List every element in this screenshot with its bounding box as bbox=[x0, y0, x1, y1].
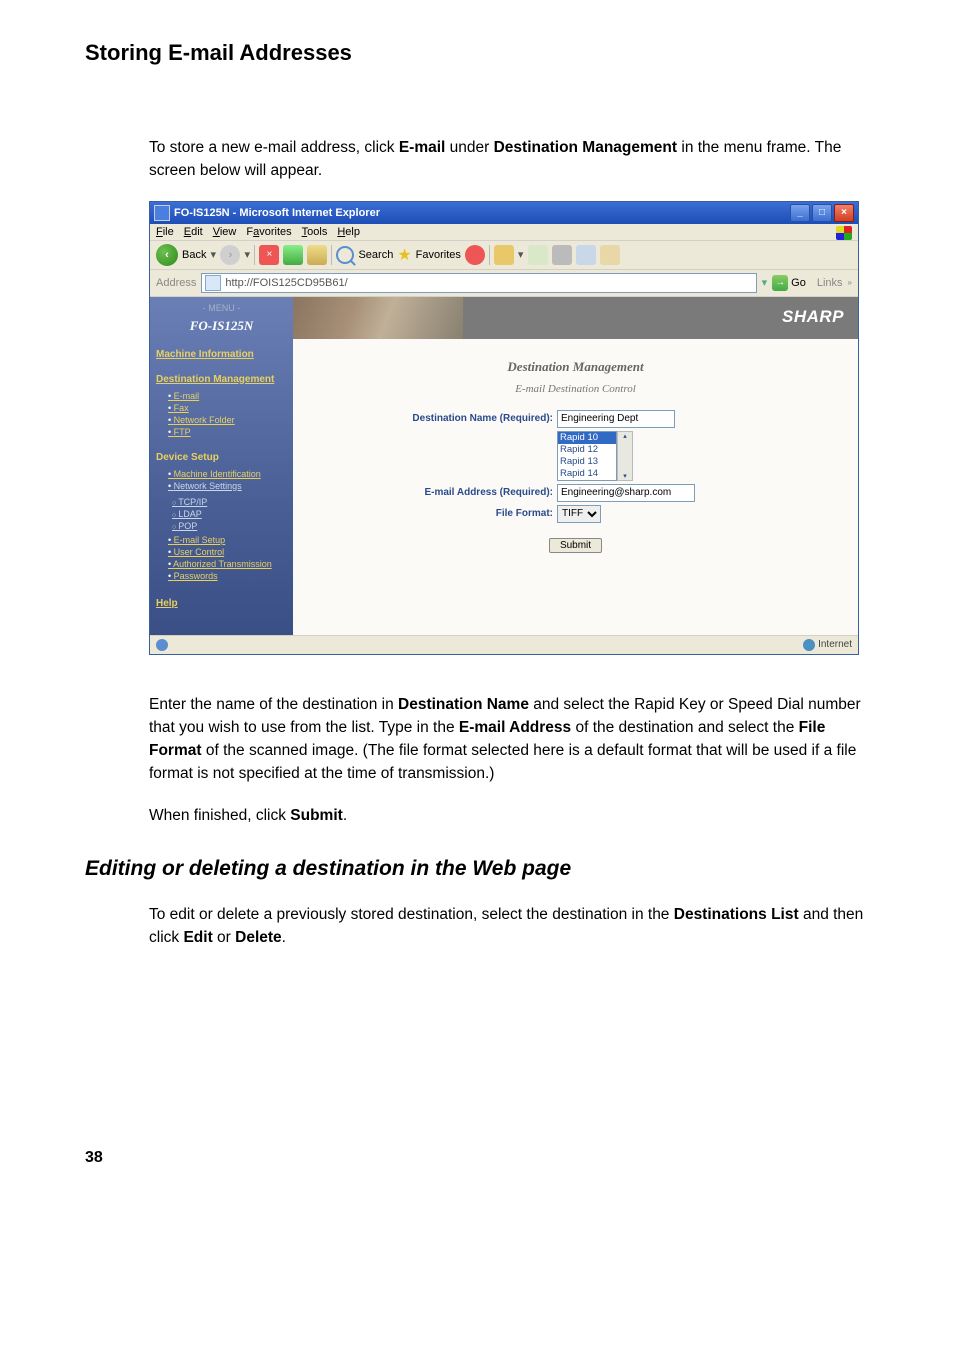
after-paragraph-2: When finished, click Submit. bbox=[149, 804, 869, 827]
stop-button[interactable]: × bbox=[259, 245, 279, 265]
form-area: Destination Name (Required): Rapid 10 Ra… bbox=[293, 410, 858, 565]
sidebar-item-email[interactable]: E-mail bbox=[168, 390, 293, 402]
sidebar-item-tcpip[interactable]: TCP/IP bbox=[172, 496, 293, 508]
browser-window: FO-IS125N - Microsoft Internet Explorer … bbox=[149, 201, 859, 655]
go-button[interactable]: → Go bbox=[772, 275, 806, 291]
label-destination-name: Destination Name (Required): bbox=[293, 410, 557, 424]
back-button[interactable]: ‹ bbox=[156, 244, 178, 266]
sidebar-item-authorized-transmission[interactable]: Authorized Transmission bbox=[168, 558, 293, 570]
mail-button[interactable] bbox=[528, 245, 548, 265]
label-email-address: E-mail Address (Required): bbox=[293, 484, 557, 498]
links-label[interactable]: Links bbox=[817, 277, 843, 289]
banner: SHARP bbox=[293, 297, 858, 339]
submit-button[interactable]: Submit bbox=[549, 538, 602, 553]
window-close-button[interactable]: × bbox=[834, 204, 854, 222]
sidebar-item-ldap[interactable]: LDAP bbox=[172, 508, 293, 520]
ie-page-icon bbox=[154, 205, 170, 221]
main-subtitle: E-mail Destination Control bbox=[293, 383, 858, 407]
sidebar-help[interactable]: Help bbox=[150, 586, 293, 612]
sidebar-item-ftp[interactable]: FTP bbox=[168, 426, 293, 438]
list-item[interactable]: Rapid 12 bbox=[558, 444, 616, 456]
input-destination-name[interactable] bbox=[557, 410, 675, 428]
sidebar-item-user-control[interactable]: User Control bbox=[168, 546, 293, 558]
toolbar-separator bbox=[254, 245, 255, 265]
media-button[interactable] bbox=[465, 245, 485, 265]
address-input[interactable]: http://FOIS125CD95B61/ bbox=[201, 273, 756, 293]
search-icon[interactable] bbox=[336, 246, 354, 264]
window-maximize-button[interactable]: □ bbox=[812, 204, 832, 222]
sidebar-item-machine-id[interactable]: Machine Identification bbox=[168, 468, 293, 480]
menu-file[interactable]: File bbox=[156, 226, 174, 238]
list-item[interactable]: Rapid 10 bbox=[558, 432, 616, 444]
address-bar: Address http://FOIS125CD95B61/ ▾ → Go Li… bbox=[150, 270, 858, 297]
address-url: http://FOIS125CD95B61/ bbox=[225, 277, 347, 289]
refresh-button[interactable] bbox=[283, 245, 303, 265]
favorites-label[interactable]: Favorites bbox=[416, 249, 461, 261]
internet-zone-icon bbox=[803, 639, 815, 651]
page-number: 38 bbox=[85, 1149, 869, 1167]
forward-dropdown[interactable]: ▾ bbox=[244, 248, 250, 261]
menu-help[interactable]: Help bbox=[337, 226, 360, 238]
sidebar-item-email-setup[interactable]: E-mail Setup bbox=[168, 534, 293, 546]
sidebar-item-fax[interactable]: Fax bbox=[168, 402, 293, 414]
ie-logo-icon bbox=[836, 226, 852, 240]
window-title: FO-IS125N - Microsoft Internet Explorer bbox=[174, 207, 790, 219]
main-pane: SHARP Destination Management E-mail Dest… bbox=[293, 297, 858, 635]
input-email-address[interactable] bbox=[557, 484, 695, 502]
section-title-2: Editing or deleting a destination in the… bbox=[85, 857, 869, 881]
back-label[interactable]: Back bbox=[182, 249, 206, 261]
label-file-format: File Format: bbox=[293, 505, 557, 519]
discuss-button[interactable] bbox=[600, 245, 620, 265]
internet-zone-label: Internet bbox=[818, 639, 852, 650]
select-file-format[interactable]: TIFF bbox=[557, 505, 601, 523]
toolbar-separator bbox=[489, 245, 490, 265]
rapid-key-listbox[interactable]: Rapid 10 Rapid 12 Rapid 13 Rapid 14 bbox=[557, 431, 617, 481]
menu-edit[interactable]: Edit bbox=[184, 226, 203, 238]
menu-favorites[interactable]: Favorites bbox=[246, 226, 291, 238]
status-bar: Internet bbox=[150, 635, 858, 654]
sidebar-device-name: FO-IS125N bbox=[150, 316, 293, 346]
page-title: Storing E-mail Addresses bbox=[85, 40, 869, 66]
edit-button[interactable] bbox=[576, 245, 596, 265]
menu-bar: File Edit View Favorites Tools Help bbox=[150, 224, 858, 241]
brand-logo: SHARP bbox=[782, 307, 844, 327]
search-label[interactable]: Search bbox=[358, 249, 393, 261]
window-titlebar: FO-IS125N - Microsoft Internet Explorer … bbox=[150, 202, 858, 224]
home-button[interactable] bbox=[307, 245, 327, 265]
go-icon: → bbox=[772, 275, 788, 291]
favorites-icon[interactable]: ★ bbox=[397, 245, 411, 265]
back-dropdown[interactable]: ▾ bbox=[210, 248, 216, 261]
content-area: - MENU - FO-IS125N Machine Information D… bbox=[150, 297, 858, 635]
forward-button[interactable]: › bbox=[220, 245, 240, 265]
address-label: Address bbox=[156, 277, 196, 289]
sidebar-item-pop[interactable]: POP bbox=[172, 520, 293, 532]
menu-tools[interactable]: Tools bbox=[302, 226, 328, 238]
address-dropdown[interactable]: ▾ bbox=[762, 276, 768, 289]
listbox-scrollbar[interactable]: ▴▾ bbox=[617, 431, 633, 481]
window-minimize-button[interactable]: _ bbox=[790, 204, 810, 222]
sidebar-machine-information[interactable]: Machine Information bbox=[150, 346, 293, 363]
section2-paragraph: To edit or delete a previously stored de… bbox=[149, 903, 869, 950]
sidebar-menu-label: - MENU - bbox=[150, 297, 293, 316]
list-item[interactable]: Rapid 13 bbox=[558, 456, 616, 468]
intro-paragraph: To store a new e-mail address, click E-m… bbox=[149, 136, 869, 183]
main-title: Destination Management bbox=[293, 339, 858, 383]
sidebar-item-network-folder[interactable]: Network Folder bbox=[168, 414, 293, 426]
sidebar-item-network-settings[interactable]: Network Settings bbox=[168, 480, 293, 492]
page-icon bbox=[205, 275, 221, 291]
toolbar-separator bbox=[331, 245, 332, 265]
banner-image bbox=[293, 297, 463, 339]
menu-view[interactable]: View bbox=[213, 226, 237, 238]
sidebar-device-setup: Device Setup bbox=[150, 442, 293, 466]
sidebar: - MENU - FO-IS125N Machine Information D… bbox=[150, 297, 293, 635]
toolbar: ‹ Back ▾ › ▾ × Search ★ Favorites ▾ bbox=[150, 241, 858, 270]
ie-status-icon bbox=[156, 639, 168, 651]
history-button[interactable] bbox=[494, 245, 514, 265]
sidebar-destination-management[interactable]: Destination Management bbox=[150, 371, 293, 388]
after-paragraph-1: Enter the name of the destination in Des… bbox=[149, 693, 869, 786]
list-item[interactable]: Rapid 14 bbox=[558, 468, 616, 480]
print-button[interactable] bbox=[552, 245, 572, 265]
sidebar-item-passwords[interactable]: Passwords bbox=[168, 570, 293, 582]
